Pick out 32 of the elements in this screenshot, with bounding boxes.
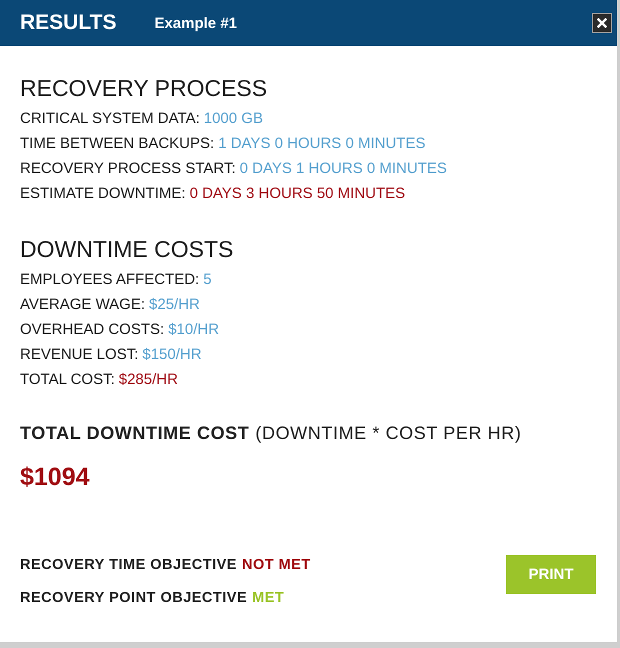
print-button[interactable]: PRINT <box>506 555 596 594</box>
field-label: AVERAGE WAGE: <box>20 295 146 315</box>
field-value: $285/HR <box>118 370 178 390</box>
objective-status: MET <box>252 589 284 608</box>
field-value: $25/HR <box>149 295 200 315</box>
objective-status: NOT MET <box>242 556 311 575</box>
field-label: RECOVERY PROCESS START: <box>20 159 236 179</box>
dialog-title: RESULTS <box>20 11 116 35</box>
field-label: TIME BETWEEN BACKUPS: <box>20 134 214 154</box>
field-value: $150/HR <box>142 345 202 365</box>
total-amount: $1094 <box>20 462 90 492</box>
objective-label: RECOVERY TIME OBJECTIVE <box>20 556 237 575</box>
section-heading: RECOVERY PROCESS <box>20 74 268 103</box>
total-formula: (DOWNTIME * COST PER HR) <box>255 422 522 445</box>
field-value: 1 DAYS 0 HOURS 0 MINUTES <box>218 134 426 154</box>
close-button[interactable] <box>592 13 612 33</box>
dialog-subtitle: Example #1 <box>154 14 238 32</box>
total-label: TOTAL DOWNTIME COST <box>20 422 250 445</box>
section-heading: DOWNTIME COSTS <box>20 235 234 264</box>
objective-label: RECOVERY POINT OBJECTIVE <box>20 589 248 608</box>
field-label: OVERHEAD COSTS: <box>20 320 164 340</box>
field-label: ESTIMATE DOWNTIME: <box>20 184 186 204</box>
field-label: EMPLOYEES AFFECTED: <box>20 270 200 290</box>
field-label: REVENUE LOST: <box>20 345 138 365</box>
field-value: 1000 GB <box>204 109 263 129</box>
field-value: $10/HR <box>168 320 220 340</box>
field-label: CRITICAL SYSTEM DATA: <box>20 109 200 129</box>
close-icon <box>597 18 607 28</box>
field-value: 0 DAYS 3 HOURS 50 MINUTES <box>190 184 406 204</box>
field-value: 0 DAYS 1 HOURS 0 MINUTES <box>240 159 447 179</box>
field-value: 5 <box>203 270 212 290</box>
field-label: TOTAL COST: <box>20 370 115 390</box>
